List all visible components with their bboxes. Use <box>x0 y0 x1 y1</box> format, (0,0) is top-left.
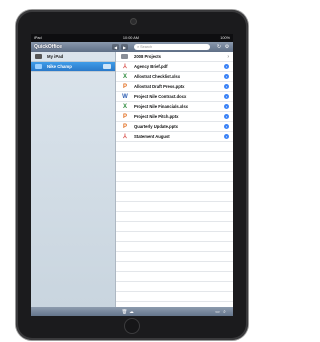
file-name: Allostrat Draft Press.pptx <box>134 84 185 89</box>
camera-icon <box>129 18 137 25</box>
app-title: QuickOffice <box>34 44 63 50</box>
sidebar-item-my-ipad[interactable]: My iPad <box>31 52 115 62</box>
bottom-toolbar: 🗑 ☁ ▭ ⌕ <box>31 307 233 316</box>
file-row[interactable]: P Allostrat Draft Press.pptx › <box>116 82 233 92</box>
file-name: Allostrat Checklist.xlsx <box>134 74 181 79</box>
excel-file-icon: X <box>122 73 127 80</box>
folder-icon <box>121 54 128 59</box>
back-button[interactable]: ◀ <box>112 44 119 50</box>
folder-add-icon[interactable]: ▭ <box>214 309 221 315</box>
file-name: Statement August <box>134 134 170 139</box>
chevron-right-icon: › <box>227 53 229 60</box>
sidebar-item-label: Nike Champ <box>47 64 72 69</box>
info-icon[interactable]: › <box>224 104 229 109</box>
forward-button[interactable]: ▶ <box>121 44 128 50</box>
refresh-icon[interactable]: ↻ <box>216 44 222 50</box>
info-icon[interactable]: › <box>224 114 229 119</box>
search-icon[interactable]: ⌕ <box>221 309 228 314</box>
sync-icon <box>103 64 111 69</box>
file-row[interactable]: P Project Nile Pitch.pptx › <box>116 112 233 122</box>
info-icon[interactable]: › <box>224 134 229 139</box>
file-name: 2008 Projects <box>134 54 162 59</box>
main-content: My iPad Nike Champ 2008 Projects › ⅄ Agency… <box>31 52 233 307</box>
info-icon[interactable]: › <box>224 94 229 99</box>
file-name: Agency Brief.pdf <box>134 64 168 69</box>
file-row[interactable]: ⅄ Statement August › <box>116 132 233 142</box>
excel-file-icon: X <box>122 103 127 110</box>
file-row[interactable]: X Project Nile Financials.xlsx › <box>116 102 233 112</box>
file-name: Project Nile Financials.xlsx <box>134 104 188 109</box>
info-icon[interactable]: › <box>224 84 229 89</box>
search-input[interactable]: ⌕ Search <box>134 44 210 50</box>
powerpoint-file-icon: P <box>122 113 127 120</box>
file-row[interactable]: X Allostrat Checklist.xlsx › <box>116 72 233 82</box>
file-row[interactable]: W Project Nile Contract.docx › <box>116 92 233 102</box>
sidebar-item-nike-champ[interactable]: Nike Champ <box>31 62 115 72</box>
status-bar: iPad 10:00 AM 100% <box>31 34 233 42</box>
search-icon: ⌕ <box>137 45 140 49</box>
carrier-label: iPad <box>34 36 42 40</box>
file-row[interactable]: 2008 Projects › <box>116 52 233 62</box>
file-name: Project Nile Contract.docx <box>134 94 187 99</box>
sidebar-item-label: My iPad <box>47 54 64 59</box>
pdf-file-icon: ⅄ <box>123 133 127 140</box>
navbar: QuickOffice ◀ ▶ ⌕ Search ↻ ⚙ <box>31 42 233 52</box>
info-icon[interactable]: › <box>224 74 229 79</box>
battery-label: 100% <box>220 36 230 40</box>
pdf-file-icon: ⅄ <box>123 63 127 70</box>
file-name: Quarterly Update.pptx <box>134 124 178 129</box>
settings-icon[interactable]: ⚙ <box>224 44 230 50</box>
sidebar: My iPad Nike Champ <box>31 52 116 307</box>
ipad-frame: iPad 10:00 AM 100% QuickOffice ◀ ▶ ⌕ Sea… <box>16 10 248 340</box>
file-name: Project Nile Pitch.pptx <box>134 114 179 119</box>
info-icon[interactable]: › <box>224 124 229 129</box>
file-row[interactable]: ⅄ Agency Brief.pdf › <box>116 62 233 72</box>
dropbox-icon <box>35 64 42 69</box>
info-icon[interactable]: › <box>224 64 229 69</box>
clock: 10:00 AM <box>122 36 139 40</box>
ipad-icon <box>35 54 42 59</box>
search-placeholder: Search <box>140 45 153 49</box>
powerpoint-file-icon: P <box>122 123 127 130</box>
powerpoint-file-icon: P <box>122 83 127 90</box>
word-file-icon: W <box>122 93 128 100</box>
cloud-icon[interactable]: ☁ <box>128 309 135 315</box>
file-row[interactable]: P Quarterly Update.pptx › <box>116 122 233 132</box>
file-list: 2008 Projects › ⅄ Agency Brief.pdf › X Allostr… <box>116 52 233 307</box>
screen: iPad 10:00 AM 100% QuickOffice ◀ ▶ ⌕ Sea… <box>31 34 233 316</box>
trash-icon[interactable]: 🗑 <box>121 309 128 315</box>
home-button[interactable] <box>124 318 140 334</box>
